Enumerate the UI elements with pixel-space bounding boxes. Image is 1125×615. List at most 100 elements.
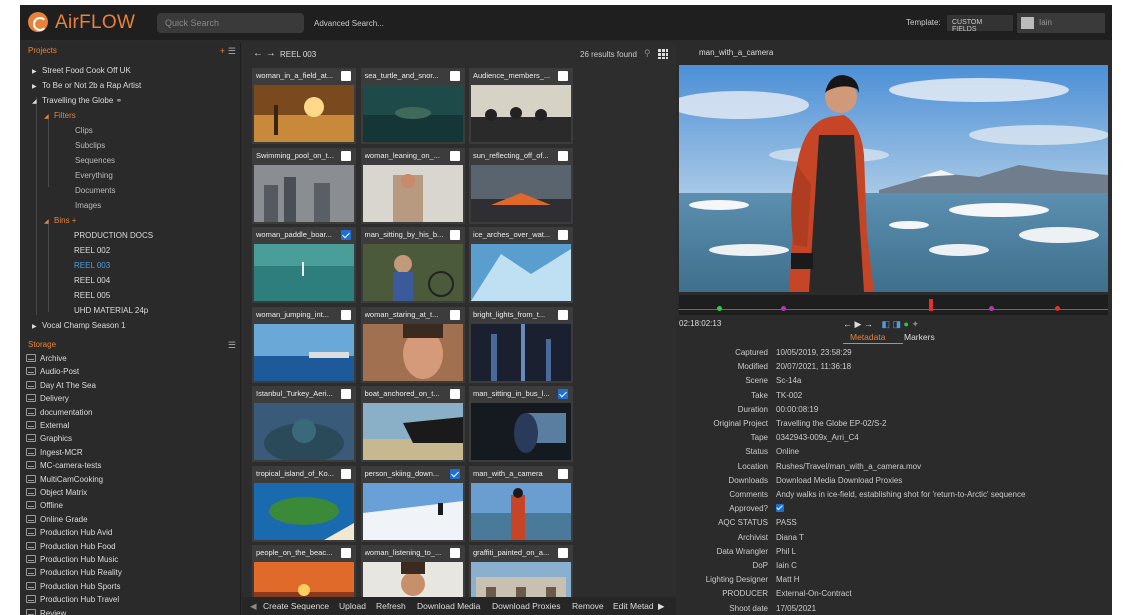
collapse-arrow-icon[interactable]: ◢	[32, 96, 42, 109]
list-options-icon[interactable]: ☰	[228, 45, 236, 57]
clip-preview-image[interactable]	[471, 482, 571, 540]
select-checkbox[interactable]	[558, 468, 568, 479]
expand-arrow-icon[interactable]: ▶	[32, 321, 42, 334]
download-proxies-button[interactable]: Download Proxies	[492, 601, 561, 611]
clip-thumbnail[interactable]: ice_arches_over_wat...	[469, 227, 573, 303]
playback-controls[interactable]: ← ▶ →	[843, 319, 873, 329]
select-checkbox[interactable]	[558, 71, 568, 81]
clip-thumbnail[interactable]: boat_anchored_on_t...	[360, 386, 465, 462]
filters-folder[interactable]: ◢ Filters	[44, 109, 76, 122]
filter-images[interactable]: Images	[75, 199, 101, 212]
add-marker-icon[interactable]: ●	[904, 319, 909, 329]
filter-sequences[interactable]: Sequences	[75, 154, 115, 167]
select-checkbox[interactable]	[558, 548, 568, 558]
clip-preview-image[interactable]	[471, 244, 571, 301]
filter-everything[interactable]: Everything	[75, 169, 113, 182]
bin-uhd-material[interactable]: UHD MATERIAL 24p	[74, 304, 148, 317]
video-player[interactable]	[679, 65, 1108, 292]
back-forward-icon[interactable]: ← →	[253, 48, 276, 59]
add-bin-icon[interactable]: +	[72, 216, 77, 225]
select-checkbox[interactable]	[341, 309, 351, 320]
project-item-vocal-champ[interactable]: ▶ Vocal Champ Season 1	[32, 319, 126, 332]
tab-markers[interactable]: Markers	[904, 332, 935, 342]
clip-preview-image[interactable]	[362, 403, 463, 460]
clip-preview-image[interactable]	[362, 482, 463, 540]
scroll-right-icon[interactable]: ▶	[658, 601, 665, 612]
filter-subclips[interactable]: Subclips	[75, 139, 105, 152]
bin-reel-002[interactable]: REEL 002	[74, 244, 110, 257]
storage-item[interactable]: Online Grade	[26, 513, 88, 526]
clip-preview-image[interactable]	[254, 85, 354, 142]
clip-thumbnail[interactable]: sun_reflecting_off_of...	[469, 147, 573, 224]
clip-thumbnail[interactable]: woman_jumping_int...	[252, 306, 356, 383]
clip-preview-image[interactable]	[471, 323, 571, 381]
clip-thumbnail[interactable]: woman_leaning_on_...	[360, 147, 465, 224]
refresh-button[interactable]: Refresh	[376, 601, 406, 611]
marker-green[interactable]	[717, 306, 722, 311]
clip-preview-image[interactable]	[254, 482, 354, 540]
collapse-arrow-icon[interactable]: ◢	[44, 111, 54, 124]
select-checkbox[interactable]	[449, 389, 460, 399]
clip-preview-image[interactable]	[362, 85, 463, 142]
clip-thumbnail[interactable]: Istanbul_Turkey_Aeri...	[252, 386, 356, 463]
metadata-value[interactable]: Download Media Download Proxies	[776, 474, 902, 487]
select-checkbox[interactable]	[449, 309, 460, 320]
clip-preview-image[interactable]	[471, 164, 571, 222]
storage-item[interactable]: documentation	[26, 406, 92, 419]
bins-folder[interactable]: ◢ Bins +	[44, 214, 76, 227]
storage-item[interactable]: Object Matrix	[26, 486, 87, 499]
select-checkbox[interactable]	[449, 71, 460, 81]
marker-magenta[interactable]	[781, 306, 786, 311]
clip-thumbnail[interactable]: sea_turtle_and_snor...	[360, 68, 465, 144]
marker-magenta[interactable]	[989, 306, 994, 311]
metadata-value[interactable]	[776, 502, 784, 515]
select-checkbox[interactable]	[558, 150, 568, 161]
select-checkbox[interactable]	[341, 468, 351, 479]
expand-arrow-icon[interactable]: ▶	[32, 81, 42, 94]
clip-thumbnail[interactable]: bright_lights_from_t...	[469, 306, 573, 383]
download-media-button[interactable]: Download Media	[417, 601, 480, 611]
clip-thumbnail[interactable]: man_sitting_by_his_b...	[360, 227, 465, 303]
clip-thumbnail[interactable]: Audience_members_...	[469, 68, 573, 144]
clip-preview-image[interactable]	[471, 403, 571, 460]
storage-item[interactable]: Review	[26, 607, 66, 615]
storage-item[interactable]: Production Hub Food	[26, 540, 116, 553]
storage-item[interactable]: Archive	[26, 352, 67, 365]
user-menu[interactable]: Iain	[1017, 13, 1105, 33]
storage-item[interactable]: External	[26, 419, 69, 432]
clip-preview-image[interactable]	[362, 164, 463, 222]
edit-metadata-button[interactable]: Edit Metad	[613, 601, 654, 611]
clip-preview-image[interactable]	[254, 323, 354, 381]
scroll-left-icon[interactable]: ◀	[250, 601, 257, 612]
upload-button[interactable]: Upload	[339, 601, 366, 611]
storage-item[interactable]: MC-camera-tests	[26, 459, 101, 472]
clip-thumbnail[interactable]: woman_in_a_field_at...	[252, 68, 356, 144]
expand-arrow-icon[interactable]: ▶	[32, 66, 42, 79]
settings-icon[interactable]: ✦	[911, 319, 919, 329]
advanced-search-link[interactable]: Advanced Search...	[314, 19, 384, 28]
project-item-rap-artist[interactable]: ▶ To Be or Not 2b a Rap Artist	[32, 79, 141, 92]
bin-production-docs[interactable]: PRODUCTION DOCS	[74, 229, 153, 242]
clip-preview-image[interactable]	[471, 85, 571, 142]
storage-item[interactable]: Offline	[26, 499, 63, 512]
approved-checkbox[interactable]	[776, 504, 784, 513]
clip-thumbnail[interactable]: man_with_a_camera	[469, 465, 573, 542]
filter-documents[interactable]: Documents	[75, 184, 115, 197]
bin-reel-003[interactable]: REEL 003	[74, 259, 110, 272]
storage-item[interactable]: MultiCamCooking	[26, 473, 103, 486]
playhead[interactable]	[929, 299, 933, 311]
storage-item[interactable]: Delivery	[26, 392, 69, 405]
mark-out-icon[interactable]: ◨	[892, 319, 901, 329]
storage-item[interactable]: Production Hub Reality	[26, 566, 122, 579]
clip-preview-image[interactable]	[362, 323, 463, 381]
clip-thumbnail[interactable]: woman_staring_at_t...	[360, 306, 465, 383]
select-checkbox[interactable]	[341, 389, 351, 399]
filter-clips[interactable]: Clips	[75, 124, 93, 137]
bin-reel-004[interactable]: REEL 004	[74, 274, 110, 287]
template-select[interactable]: CUSTOM FIELDS	[947, 15, 1013, 33]
grid-view-icon[interactable]	[658, 49, 668, 59]
transport-controls[interactable]: ← ▶ → ◧ ◨ ● ✦	[843, 319, 919, 330]
tab-metadata[interactable]: Metadata	[850, 332, 885, 342]
remove-button[interactable]: Remove	[572, 601, 604, 611]
storage-item[interactable]: Production Hub Sports	[26, 580, 121, 593]
